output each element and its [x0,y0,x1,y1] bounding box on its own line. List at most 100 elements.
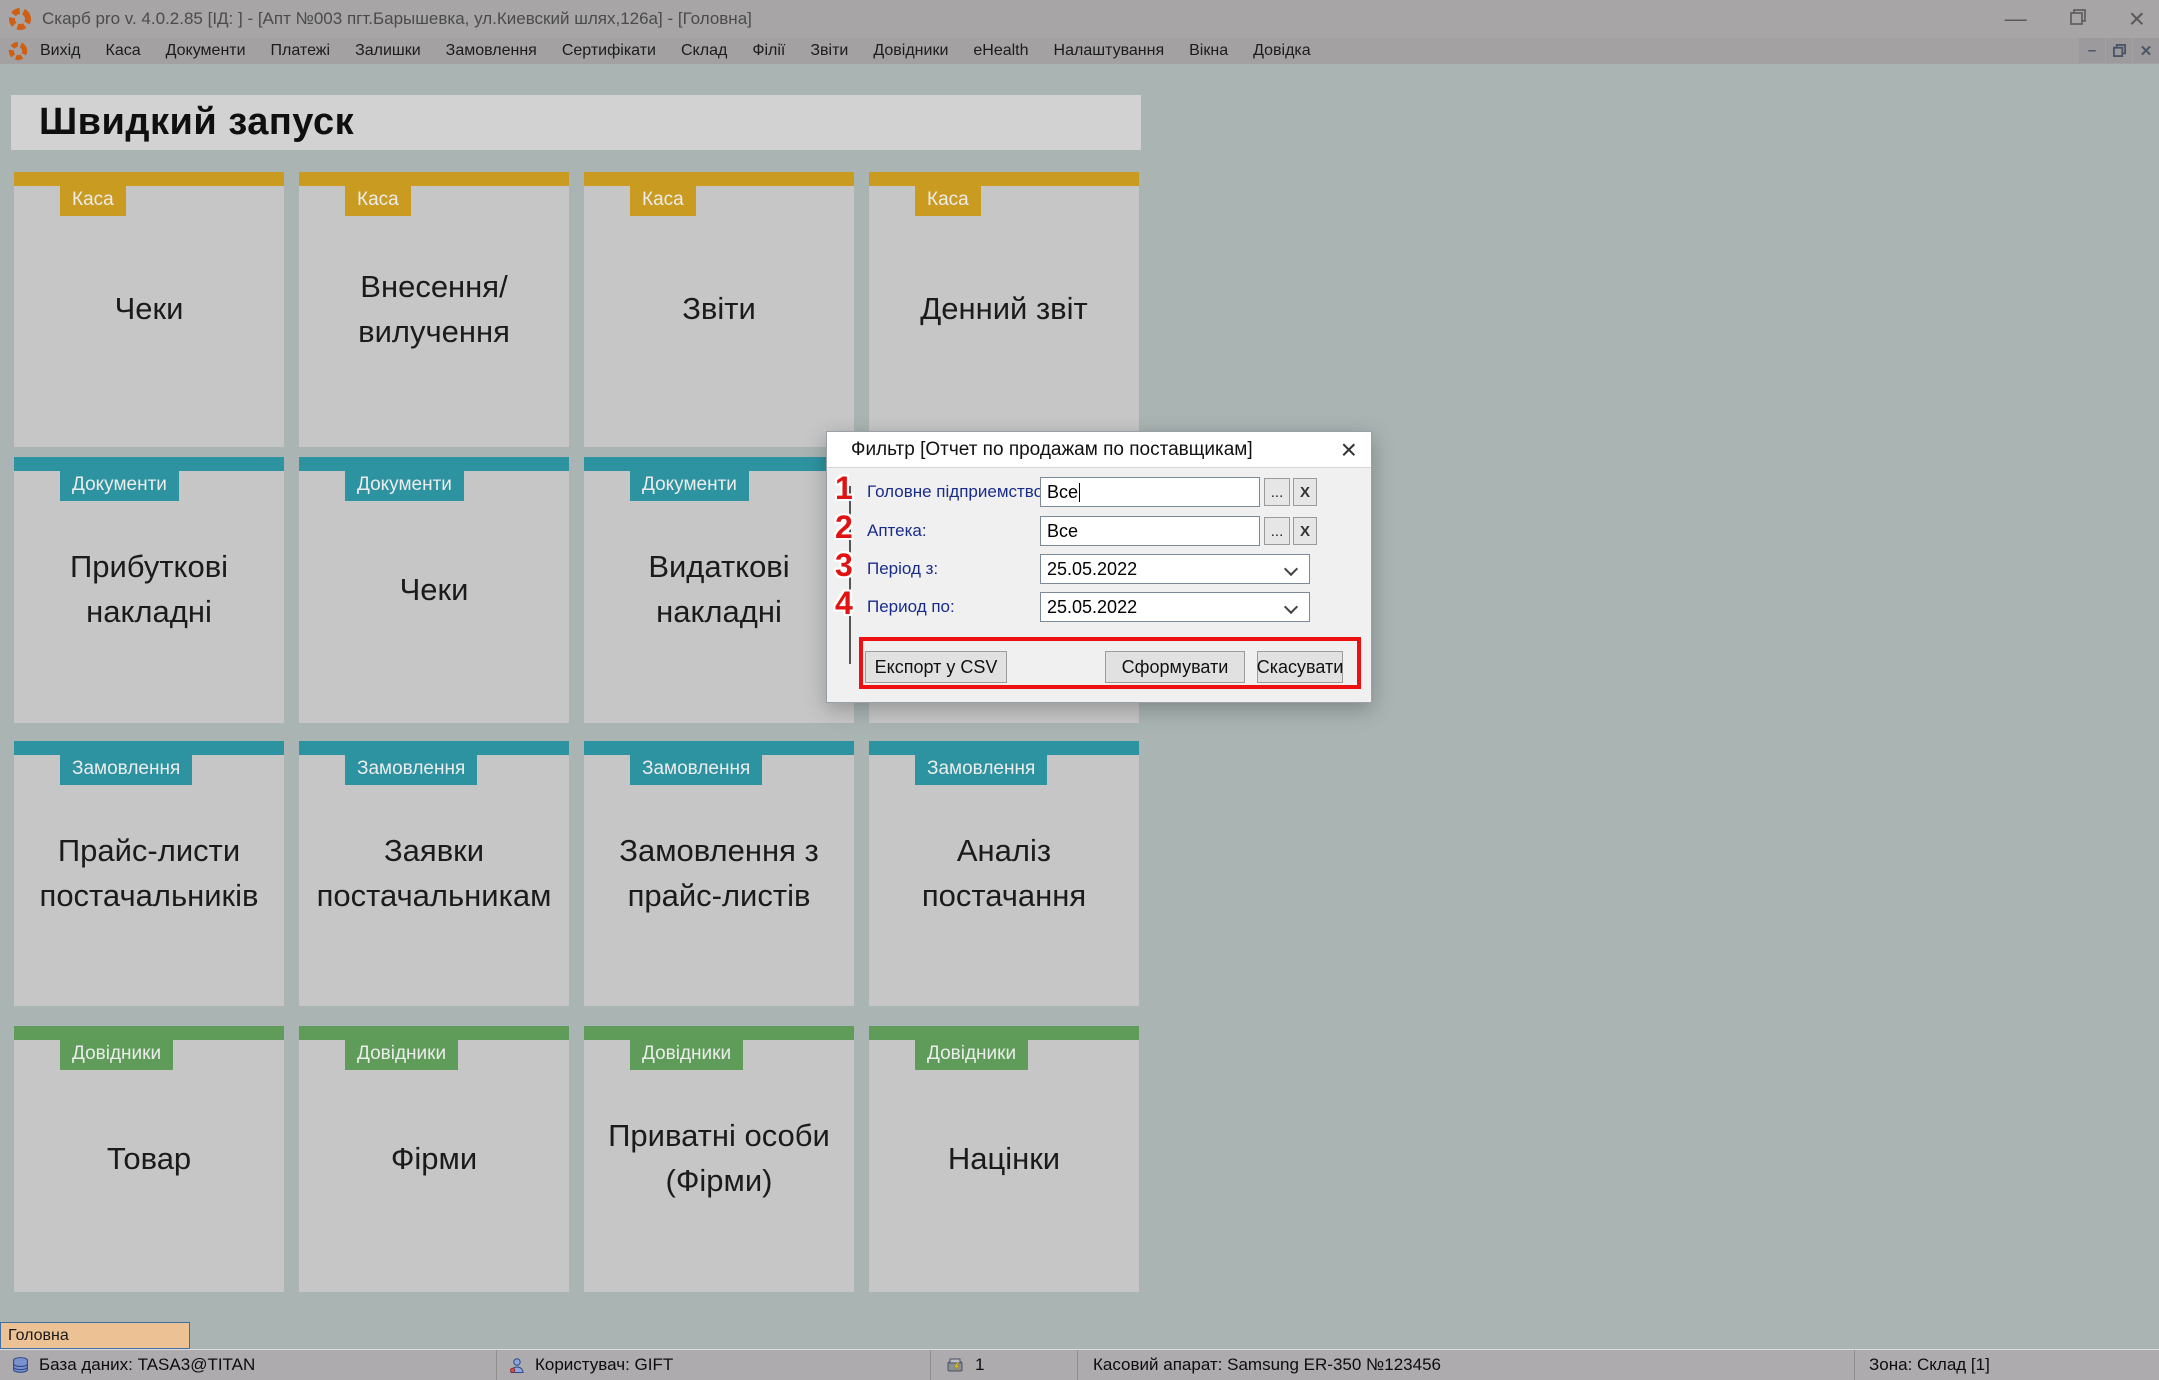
head-enterprise-input[interactable]: Все [1040,477,1260,507]
database-icon [12,1357,29,1374]
menu-zalyshky[interactable]: Залишки [355,42,421,60]
pharmacy-lookup-button[interactable]: ... [1264,517,1290,545]
tile-label: Видаткові накладні [584,457,854,723]
menu-platezhi[interactable]: Платежі [271,42,331,60]
menu-ehealth[interactable]: eHealth [973,42,1028,60]
tile-zayavky-postachalnykam[interactable]: Замовлення Заявки постачальникам [299,741,569,1006]
pharmacy-input[interactable]: Все [1040,516,1260,546]
field-row-period-from: Період з: 25.05.2022 [827,554,1371,584]
tile-prybutkovi-nakladni[interactable]: Документи Прибуткові накладні [14,457,284,723]
database-text: База даних: TASA3@TITAN [39,1355,255,1375]
tile-tovar[interactable]: Довідники Товар [14,1026,284,1292]
mdi-window-controls: – ✕ [2078,38,2159,63]
tile-label: Замовлення з прайс-листів [584,741,854,1006]
mdi-close-icon[interactable]: ✕ [2133,38,2159,63]
user-text: Користувач: GIFT [535,1355,673,1375]
tile-label: Приватні особи (Фірми) [584,1026,854,1292]
dialog-title-bar[interactable]: Фильтр [Отчет по продажам по поставщикам… [827,432,1371,468]
tile-label: Фірми [299,1026,569,1292]
tile-label: Прибуткові накладні [14,457,284,723]
page-title: Швидкий запуск [39,101,354,144]
tile-label: Звіти [584,172,854,447]
annotation-number-3: 3 [835,549,869,581]
menu-filii[interactable]: Філії [752,42,785,60]
mdi-minimize-icon[interactable]: – [2079,38,2105,63]
status-device-count: 1 [931,1350,1078,1380]
tile-prais-lysty-postachalnykiv[interactable]: Замовлення Прайс-листи постачальників [14,741,284,1006]
app-logo-icon [8,7,32,31]
chevron-down-icon [1284,562,1298,576]
menu-vykhid[interactable]: Вихід [40,42,81,60]
cash-register-text: Касовий апарат: Samsung ER-350 №123456 [1093,1355,1441,1375]
tab-holovna[interactable]: Головна [0,1322,190,1349]
head-enterprise-label: Головне підприемство: [867,482,1048,502]
window-title: Скарб pro v. 4.0.2.85 [ІД: ] - [Апт №003… [42,9,752,29]
device-count-text: 1 [975,1355,984,1375]
tile-zvity-kasa[interactable]: Каса Звіти [584,172,854,447]
export-csv-button[interactable]: Експорт у CSV [865,651,1007,683]
cancel-button[interactable]: Скасувати [1257,651,1343,683]
dialog-close-icon[interactable]: × [1341,433,1357,467]
tile-pryvatni-osoby[interactable]: Довідники Приватні особи (Фірми) [584,1026,854,1292]
tile-natsinky[interactable]: Довідники Націнки [869,1026,1139,1292]
tile-zamovlennya-z-prais-lystiv[interactable]: Замовлення Замовлення з прайс-листів [584,741,854,1006]
tile-label: Товар [14,1026,284,1292]
tile-analiz-postachannya[interactable]: Замовлення Аналіз постачання [869,741,1139,1006]
zone-text: Зона: Склад [1] [1869,1355,1990,1375]
pharmacy-label: Аптека: [867,521,927,541]
annotation-number-1: 1 [835,472,869,504]
field-row-pharmacy: Аптека: Все ... X [827,516,1371,546]
mdi-restore-icon[interactable] [2106,38,2132,63]
menu-dokumenty[interactable]: Документи [166,42,246,60]
menu-zvity[interactable]: Звіти [810,42,848,60]
title-bar: Скарб pro v. 4.0.2.85 [ІД: ] - [Апт №003… [0,0,2159,38]
period-from-select[interactable]: 25.05.2022 [1040,554,1310,584]
menu-nalashtuvannya[interactable]: Налаштування [1054,42,1165,60]
close-icon[interactable]: × [2129,5,2145,33]
menu-vikna[interactable]: Вікна [1189,42,1228,60]
field-row-period-to: Период по: 25.05.2022 [827,592,1371,622]
tile-label: Чеки [299,457,569,723]
tile-firmy[interactable]: Довідники Фірми [299,1026,569,1292]
head-enterprise-lookup-button[interactable]: ... [1264,478,1290,506]
head-enterprise-clear-button[interactable]: X [1293,478,1317,506]
menu-logo-icon [8,41,28,61]
status-user: Користувач: GIFT [497,1350,931,1380]
field-row-head-enterprise: Головне підприемство: Все ... X [827,477,1371,507]
tile-cheky-kasa[interactable]: Каса Чеки [14,172,284,447]
tile-label: Денний звіт [869,172,1139,447]
tile-label: Націнки [869,1026,1139,1292]
status-cash-register: Касовий апарат: Samsung ER-350 №123456 [1078,1350,1855,1380]
period-to-label: Период по: [867,597,955,617]
minimize-icon[interactable]: — [2005,8,2027,30]
status-bar: База даних: TASA3@TITAN Користувач: GIFT… [0,1349,2159,1380]
menu-dovidka[interactable]: Довідка [1253,42,1311,60]
status-zone: Зона: Склад [1] [1855,1350,2159,1380]
chevron-down-icon [1284,600,1298,614]
text-caret [1079,483,1080,502]
dialog-title: Фильтр [Отчет по продажам по поставщикам… [851,439,1253,461]
annotation-number-2: 2 [835,511,869,543]
tile-vydatkovi-nakladni[interactable]: Документи Видаткові накладні [584,457,854,723]
tile-label: Чеки [14,172,284,447]
app-window: { "window": { "title": "Скарб pro v. 4.0… [0,0,2159,1380]
menu-kasa[interactable]: Каса [106,42,141,60]
tile-dennyi-zvit[interactable]: Каса Денний звіт [869,172,1139,447]
tile-label: Аналіз постачання [869,741,1139,1006]
user-icon [509,1357,525,1374]
tile-cheky-dokumenty[interactable]: Документи Чеки [299,457,569,723]
menu-sertyfikaty[interactable]: Сертифікати [562,42,656,60]
period-to-select[interactable]: 25.05.2022 [1040,592,1310,622]
pharmacy-clear-button[interactable]: X [1293,517,1317,545]
tile-label: Заявки постачальникам [299,741,569,1006]
menu-sklad[interactable]: Склад [681,42,727,60]
restore-icon[interactable] [2069,8,2087,31]
menu-zamovlennya[interactable]: Замовлення [446,42,537,60]
tile-label: Прайс-листи постачальників [14,741,284,1006]
filter-dialog: Фильтр [Отчет по продажам по поставщикам… [826,431,1372,703]
menu-dovidnyky[interactable]: Довідники [873,42,948,60]
quick-launch-header: Швидкий запуск [11,95,1141,150]
status-database: База даних: TASA3@TITAN [0,1350,497,1380]
generate-button[interactable]: Сформувати [1105,651,1245,683]
tile-vnesennya-vyluchennya[interactable]: Каса Внесення/вилучення [299,172,569,447]
